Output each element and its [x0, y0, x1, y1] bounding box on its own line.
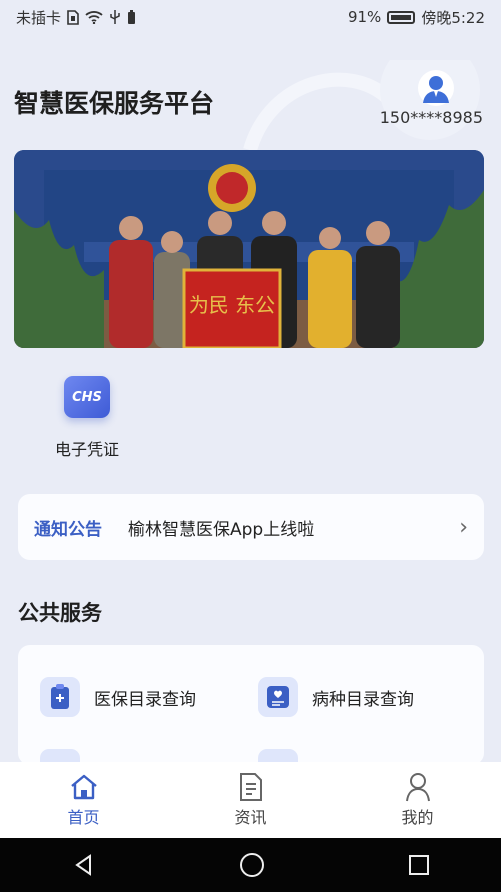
avatar[interactable]	[418, 70, 454, 106]
ehs-card-icon: CHS	[64, 376, 110, 418]
carrier-text: 未插卡	[16, 8, 62, 27]
tab-label: 资讯	[234, 808, 267, 827]
tile-ehs-card[interactable]: CHS 电子凭证	[46, 376, 128, 466]
header: 智慧医保服务平台 150****8985	[0, 60, 501, 150]
status-left: 未插卡	[16, 7, 136, 28]
clock: 傍晚5:22	[421, 8, 485, 27]
service-item-catalog[interactable]: 医保目录查询	[40, 677, 196, 717]
chevron-right-icon[interactable]: ›	[459, 515, 468, 540]
notice-tag: 通知公告	[34, 519, 102, 540]
wifi-icon	[85, 11, 103, 24]
tab-label: 首页	[67, 808, 100, 827]
banner-photo: 为民 东公	[14, 150, 484, 348]
home-icon	[29, 770, 139, 804]
system-nav-bar	[0, 838, 501, 892]
user-avatar-icon	[423, 76, 449, 103]
clipboard-icon	[40, 677, 80, 717]
banner-carousel[interactable]: 为民 东公	[14, 150, 484, 348]
tab-mine[interactable]: 我的	[363, 770, 473, 828]
service-card: 医保目录查询 病种目录查询 定点医疗机构查询	[18, 645, 484, 765]
usb-icon	[110, 10, 120, 24]
service-label: 病种目录查询	[312, 689, 414, 710]
tab-home[interactable]: 首页	[29, 770, 139, 828]
section-title: 公共服务	[18, 601, 102, 625]
header-decoration	[243, 60, 480, 150]
status-bar: 未插卡 91% 傍晚5:22	[0, 0, 501, 34]
app-title: 智慧医保服务平台	[14, 89, 215, 118]
service-item-disease[interactable]: 病种目录查询	[258, 677, 414, 717]
service-label: 医保目录查询	[94, 689, 196, 710]
pennant-text: 为民 东公	[189, 293, 275, 317]
ehs-icon-text: CHS	[72, 389, 102, 405]
notice-text[interactable]: 榆林智慧医保App上线啦	[128, 515, 459, 540]
tab-label: 我的	[401, 808, 434, 827]
battery-percent: 91%	[347, 8, 382, 26]
user-icon	[363, 770, 473, 804]
recents-icon[interactable]	[408, 854, 430, 876]
notice-bar[interactable]: 通知公告 榆林智慧医保App上线啦 ›	[18, 494, 484, 560]
sim-icon	[67, 9, 79, 25]
bottom-tab-bar: 首页 资讯 我的	[0, 762, 501, 838]
home-circle-icon[interactable]	[239, 852, 265, 878]
small-battery-icon	[128, 9, 136, 24]
back-icon[interactable]	[72, 853, 96, 877]
battery-icon	[387, 10, 416, 24]
tile-label: 电子凭证	[54, 440, 119, 459]
news-icon	[196, 770, 306, 804]
user-phone[interactable]: 150****8985	[380, 108, 483, 127]
status-right: 91% 傍晚5:22	[348, 7, 485, 28]
heart-list-icon	[258, 677, 298, 717]
tab-news[interactable]: 资讯	[196, 770, 306, 828]
